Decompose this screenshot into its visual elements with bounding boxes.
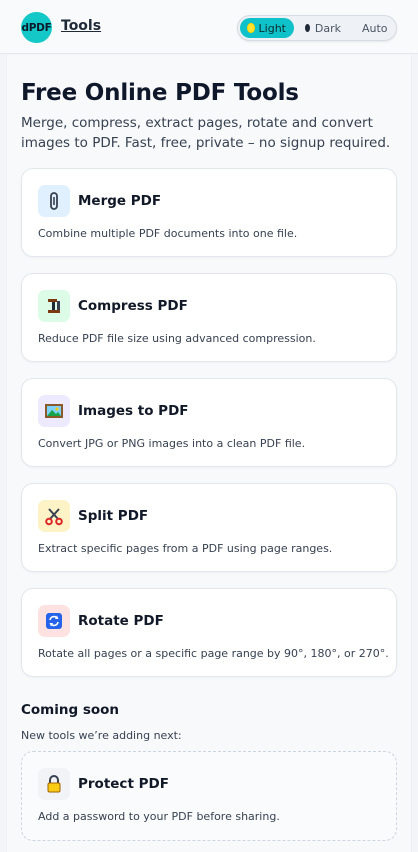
theme-option-label: Auto <box>362 21 388 35</box>
sun-icon <box>248 24 254 32</box>
clamp-icon <box>38 290 70 322</box>
tools-link[interactable]: Tools <box>61 18 101 34</box>
top-bar: dPDF Tools Light Dark Auto <box>0 0 418 54</box>
tool-card-compress-pdf[interactable]: Compress PDF Reduce PDF file size using … <box>21 273 397 362</box>
logo[interactable]: dPDF <box>21 12 52 43</box>
theme-option-auto[interactable]: Auto <box>354 18 398 38</box>
tool-card-merge-pdf[interactable]: Merge PDF Combine multiple PDF documents… <box>21 168 397 257</box>
paperclip-icon <box>38 185 70 217</box>
tool-title: Rotate PDF <box>78 613 164 629</box>
tool-card-split-pdf[interactable]: Split PDF Extract specific pages from a … <box>21 483 397 572</box>
lock-icon <box>38 768 70 800</box>
theme-option-dark[interactable]: Dark <box>297 18 349 38</box>
tool-title: Protect PDF <box>78 776 169 792</box>
theme-option-light[interactable]: Light <box>240 18 294 38</box>
tool-description: Extract specific pages from a PDF using … <box>38 542 333 555</box>
coming-soon-card-protect-pdf: Protect PDF Add a password to your PDF b… <box>21 751 397 841</box>
coming-soon-subtitle: New tools we’re adding next: <box>21 729 182 742</box>
page-title: Free Online PDF Tools <box>21 80 299 106</box>
theme-toggle: Light Dark Auto <box>237 15 397 41</box>
tool-title: Split PDF <box>78 508 149 524</box>
tool-description: Rotate all pages or a specific page rang… <box>38 647 389 660</box>
tool-description: Combine multiple PDF documents into one … <box>38 227 298 240</box>
page-subtitle: Merge, compress, extract pages, rotate a… <box>21 115 391 151</box>
moon-icon <box>305 24 310 32</box>
coming-soon-title: Coming soon <box>21 702 120 718</box>
tool-card-images-to-pdf[interactable]: Images to PDF Convert JPG or PNG images … <box>21 378 397 467</box>
theme-option-label: Light <box>258 21 286 35</box>
picture-icon <box>38 395 70 427</box>
tool-title: Merge PDF <box>78 193 162 209</box>
rotate-icon <box>38 605 70 637</box>
tool-title: Images to PDF <box>78 403 189 419</box>
scissors-icon <box>38 500 70 532</box>
theme-option-label: Dark <box>314 21 341 35</box>
tool-title: Compress PDF <box>78 298 188 314</box>
tool-description: Reduce PDF file size using advanced comp… <box>38 332 316 345</box>
tool-description: Convert JPG or PNG images into a clean P… <box>38 437 306 450</box>
tool-description: Add a password to your PDF before sharin… <box>38 810 280 823</box>
tool-card-rotate-pdf[interactable]: Rotate PDF Rotate all pages or a specifi… <box>21 588 397 677</box>
